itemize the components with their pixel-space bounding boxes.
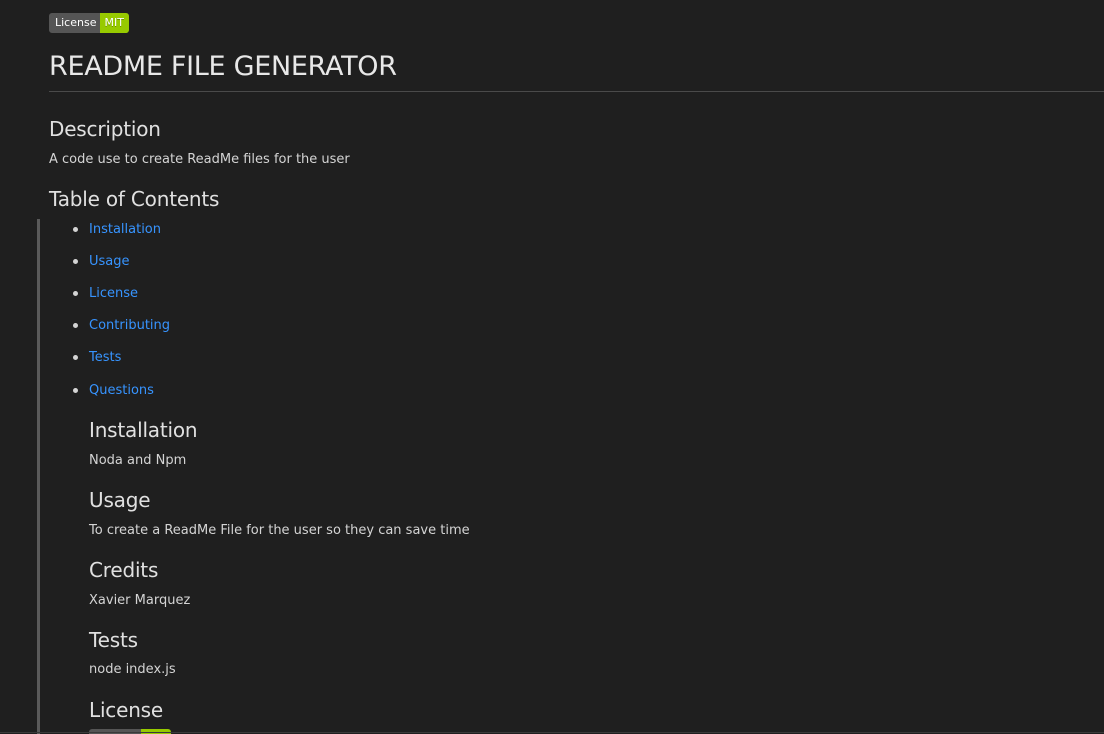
bullet-icon	[73, 291, 78, 296]
title-divider	[49, 91, 1104, 92]
list-item: License	[72, 284, 170, 316]
installation-heading: Installation	[89, 418, 198, 442]
bullet-icon	[73, 388, 78, 393]
list-item: Tests	[72, 348, 170, 381]
installation-text: Noda and Npm	[89, 453, 187, 468]
bullet-icon	[73, 259, 78, 264]
page-title: README FILE GENERATOR	[49, 51, 397, 82]
credits-text: Xavier Marquez	[89, 593, 191, 608]
blockquote-bar	[37, 219, 40, 734]
license-badge-value: MIT	[100, 13, 129, 33]
toc-link-questions[interactable]: Questions	[89, 383, 154, 398]
toc-link-installation[interactable]: Installation	[89, 222, 161, 237]
toc-link-usage[interactable]: Usage	[89, 254, 130, 269]
license-badge-label: License	[49, 13, 101, 33]
description-text: A code use to create ReadMe files for th…	[49, 152, 350, 167]
license-badge[interactable]: License MIT	[49, 13, 129, 33]
credits-heading: Credits	[89, 558, 159, 582]
toc-link-tests[interactable]: Tests	[89, 350, 121, 365]
usage-heading: Usage	[89, 488, 151, 512]
list-item: Questions	[72, 381, 170, 413]
tests-heading: Tests	[89, 628, 138, 652]
readme-preview: License MIT README FILE GENERATOR Descri…	[0, 0, 1104, 734]
license-heading: License	[89, 698, 164, 722]
bullet-icon	[73, 355, 78, 360]
bottom-divider	[0, 732, 1104, 733]
usage-text: To create a ReadMe File for the user so …	[89, 523, 470, 538]
bullet-icon	[73, 227, 78, 232]
toc-link-license[interactable]: License	[89, 286, 138, 301]
tests-text: node index.js	[89, 662, 176, 677]
bullet-icon	[73, 323, 78, 328]
toc-link-contributing[interactable]: Contributing	[89, 318, 170, 333]
description-heading: Description	[49, 117, 161, 141]
toc-heading: Table of Contents	[49, 187, 220, 211]
list-item: Usage	[72, 252, 170, 284]
toc-list: Installation Usage License Contributing …	[72, 220, 170, 413]
list-item: Installation	[72, 220, 170, 252]
list-item: Contributing	[72, 316, 170, 348]
